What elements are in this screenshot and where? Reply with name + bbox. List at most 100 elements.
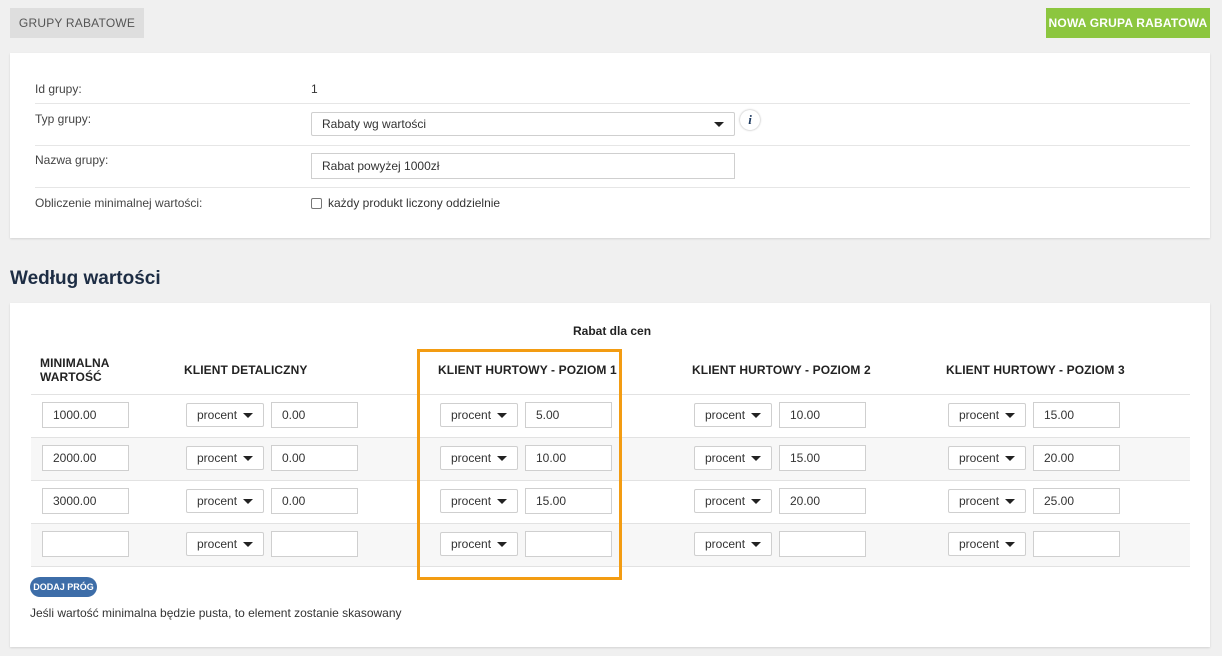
discount-type-value: procent bbox=[959, 408, 1000, 422]
group-form-card: Id grupy: 1 Typ grupy: Rabaty wg wartośc… bbox=[10, 53, 1210, 238]
discount-type-select[interactable]: procent bbox=[948, 489, 1026, 513]
row-calc: Obliczenie minimalnej wartości: każdy pr… bbox=[35, 188, 1190, 220]
discount-value-input[interactable]: 15.00 bbox=[1033, 402, 1120, 428]
discount-type-value: procent bbox=[705, 408, 746, 422]
new-discount-group-button[interactable]: NOWA GRUPA RABATOWA bbox=[1046, 8, 1210, 38]
discount-type-select[interactable]: procent bbox=[694, 489, 772, 513]
chevron-down-icon bbox=[714, 122, 724, 127]
min-value-input[interactable] bbox=[42, 531, 129, 557]
tab-grupy-rabatowe[interactable]: GRUPY RABATOWE bbox=[10, 8, 144, 38]
discount-type-value: procent bbox=[705, 451, 746, 465]
row-id: Id grupy: 1 bbox=[35, 70, 1190, 104]
discount-type-select[interactable]: procent bbox=[694, 446, 772, 470]
chevron-down-icon bbox=[1005, 456, 1015, 461]
min-value-input[interactable]: 3000.00 bbox=[42, 488, 129, 514]
discount-value-input[interactable] bbox=[779, 531, 866, 557]
chevron-down-icon bbox=[751, 456, 761, 461]
name-label: Nazwa grupy: bbox=[35, 153, 109, 167]
discount-value-input[interactable] bbox=[271, 531, 358, 557]
row-type: Typ grupy: Rabaty wg wartości i bbox=[35, 104, 1190, 146]
col-header-min-line1: MINIMALNA bbox=[40, 356, 110, 370]
col-header-hurtowy-1: KLIENT HURTOWY - POZIOM 1 bbox=[438, 363, 617, 377]
table-bottom-divider bbox=[31, 566, 1190, 567]
discount-value-input[interactable]: 0.00 bbox=[271, 402, 358, 428]
col-header-min-line2: WARTOŚĆ bbox=[40, 370, 102, 384]
min-value-input[interactable]: 2000.00 bbox=[42, 445, 129, 471]
chevron-down-icon bbox=[497, 542, 507, 547]
discount-value-input[interactable] bbox=[525, 531, 612, 557]
chevron-down-icon bbox=[1005, 499, 1015, 504]
calc-label: Obliczenie minimalnej wartości: bbox=[35, 196, 203, 210]
section-title: Według wartości bbox=[10, 268, 161, 289]
chevron-down-icon bbox=[497, 499, 507, 504]
chevron-down-icon bbox=[751, 542, 761, 547]
discount-type-value: procent bbox=[959, 494, 1000, 508]
chevron-down-icon bbox=[243, 499, 253, 504]
discount-value-input[interactable]: 20.00 bbox=[779, 488, 866, 514]
group-type-select[interactable]: Rabaty wg wartości bbox=[311, 112, 735, 136]
discount-type-select[interactable]: procent bbox=[186, 532, 264, 556]
discount-type-select[interactable]: procent bbox=[186, 489, 264, 513]
discount-type-select[interactable]: procent bbox=[186, 403, 264, 427]
discount-type-select[interactable]: procent bbox=[694, 403, 772, 427]
discount-type-value: procent bbox=[705, 537, 746, 551]
discount-type-select[interactable]: procent bbox=[694, 532, 772, 556]
discount-value-input[interactable]: 5.00 bbox=[525, 402, 612, 428]
empty-min-note: Jeśli wartość minimalna będzie pusta, to… bbox=[30, 606, 402, 620]
discount-value-input[interactable]: 10.00 bbox=[525, 445, 612, 471]
chevron-down-icon bbox=[497, 456, 507, 461]
info-icon[interactable]: i bbox=[740, 110, 760, 130]
discount-value-input[interactable]: 15.00 bbox=[779, 445, 866, 471]
discount-type-select[interactable]: procent bbox=[440, 489, 518, 513]
id-value: 1 bbox=[311, 82, 318, 96]
chevron-down-icon bbox=[1005, 413, 1015, 418]
chevron-down-icon bbox=[243, 542, 253, 547]
discount-type-value: procent bbox=[197, 451, 238, 465]
discount-type-value: procent bbox=[451, 494, 492, 508]
group-type-value: Rabaty wg wartości bbox=[322, 117, 427, 131]
discount-type-value: procent bbox=[451, 451, 492, 465]
discount-type-select[interactable]: procent bbox=[440, 403, 518, 427]
type-label: Typ grupy: bbox=[35, 112, 92, 126]
calc-checkbox[interactable] bbox=[311, 197, 322, 209]
discount-type-select[interactable]: procent bbox=[948, 532, 1026, 556]
discount-type-value: procent bbox=[451, 408, 492, 422]
col-header-hurtowy-3: KLIENT HURTOWY - POZIOM 3 bbox=[946, 363, 1125, 377]
discount-value-input[interactable]: 20.00 bbox=[1033, 445, 1120, 471]
chevron-down-icon bbox=[497, 413, 507, 418]
discount-type-value: procent bbox=[959, 451, 1000, 465]
group-name-input[interactable]: Rabat powyżej 1000zł bbox=[311, 153, 735, 179]
discount-type-select[interactable]: procent bbox=[948, 403, 1026, 427]
calc-checkbox-label[interactable]: każdy produkt liczony oddzielnie bbox=[328, 196, 500, 210]
chevron-down-icon bbox=[243, 413, 253, 418]
chevron-down-icon bbox=[1005, 542, 1015, 547]
discount-type-select[interactable]: procent bbox=[948, 446, 1026, 470]
chevron-down-icon bbox=[243, 456, 253, 461]
col-header-min: MINIMALNA WARTOŚĆ bbox=[40, 356, 110, 384]
calc-checkbox-wrap: każdy produkt liczony oddzielnie bbox=[311, 196, 500, 210]
discount-type-select[interactable]: procent bbox=[440, 532, 518, 556]
discount-value-input[interactable]: 15.00 bbox=[525, 488, 612, 514]
discount-type-value: procent bbox=[197, 537, 238, 551]
discount-value-input[interactable] bbox=[1033, 531, 1120, 557]
col-header-hurtowy-2: KLIENT HURTOWY - POZIOM 2 bbox=[692, 363, 871, 377]
discount-value-input[interactable]: 25.00 bbox=[1033, 488, 1120, 514]
rabat-header: Rabat dla cen bbox=[573, 324, 652, 338]
row-name: Nazwa grupy: Rabat powyżej 1000zł bbox=[35, 146, 1190, 188]
discount-type-value: procent bbox=[197, 408, 238, 422]
discount-value-input[interactable]: 10.00 bbox=[779, 402, 866, 428]
discount-type-select[interactable]: procent bbox=[186, 446, 264, 470]
discount-type-value: procent bbox=[451, 537, 492, 551]
id-label: Id grupy: bbox=[35, 82, 82, 96]
add-threshold-button[interactable]: DODAJ PRÓG bbox=[30, 577, 97, 597]
discount-type-value: procent bbox=[959, 537, 1000, 551]
by-value-card: Rabat dla cen MINIMALNA WARTOŚĆ KLIENT D… bbox=[10, 303, 1210, 647]
discount-type-value: procent bbox=[705, 494, 746, 508]
min-value-input[interactable]: 1000.00 bbox=[42, 402, 129, 428]
chevron-down-icon bbox=[751, 499, 761, 504]
discount-type-select[interactable]: procent bbox=[440, 446, 518, 470]
discount-value-input[interactable]: 0.00 bbox=[271, 488, 358, 514]
chevron-down-icon bbox=[751, 413, 761, 418]
discount-value-input[interactable]: 0.00 bbox=[271, 445, 358, 471]
col-header-detaliczny: KLIENT DETALICZNY bbox=[184, 363, 308, 377]
